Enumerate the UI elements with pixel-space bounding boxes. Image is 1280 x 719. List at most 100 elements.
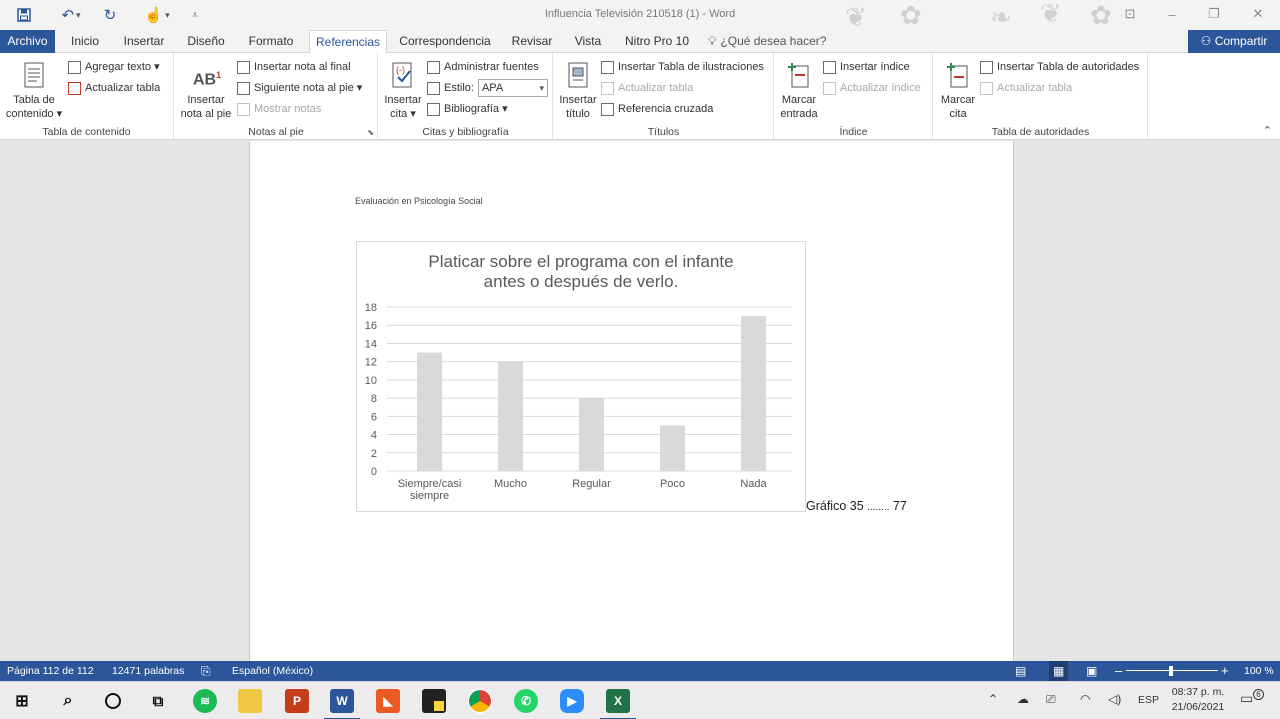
share-button[interactable]: ⚇ Compartir xyxy=(1188,30,1280,53)
whatsapp-icon[interactable]: ✆ xyxy=(514,689,538,713)
zoom-out-icon[interactable]: – xyxy=(1115,661,1122,681)
next-footnote-button[interactable]: Siguiente nota al pie ▾ xyxy=(237,79,362,97)
insert-index-icon xyxy=(823,60,836,74)
bar xyxy=(417,352,442,471)
group-label-authorities: Tabla de autoridades xyxy=(991,126,1090,138)
tab-formato[interactable]: Formato xyxy=(240,30,302,53)
word-icon[interactable]: W xyxy=(324,689,360,719)
show-notes-icon xyxy=(237,102,250,116)
excel-icon[interactable]: X xyxy=(600,689,636,719)
show-notes-button[interactable]: Mostrar notas xyxy=(237,100,321,118)
tab-nitro[interactable]: Nitro Pro 10 xyxy=(618,30,696,53)
file-explorer-icon[interactable] xyxy=(238,689,262,713)
zoom-level[interactable]: 100 % xyxy=(1244,661,1274,681)
group-footnotes: AB1 Insertar nota al pie Insertar nota a… xyxy=(175,53,378,140)
restore-icon[interactable]: ❐ xyxy=(1202,4,1226,24)
style-label: Estilo: xyxy=(444,82,474,94)
tab-inicio[interactable]: Inicio xyxy=(62,30,108,53)
ribbon-display-options-icon[interactable]: ⊡ xyxy=(1118,4,1142,24)
proofing-icon[interactable]: ⎘ xyxy=(201,661,211,681)
caption-dots: ........ xyxy=(867,502,890,513)
y-tick-label: 16 xyxy=(365,320,377,332)
update-index-button[interactable]: Actualizar índice xyxy=(823,79,921,97)
tab-referencias[interactable]: Referencias xyxy=(309,30,387,54)
insert-endnote-button[interactable]: Insertar nota al final xyxy=(237,58,351,76)
close-icon[interactable]: ✕ xyxy=(1246,4,1270,24)
mark-citation-button[interactable]: Marcar cita xyxy=(936,61,980,121)
style-selector[interactable]: Estilo: APA xyxy=(427,79,548,97)
tell-me-search[interactable]: 💡︎ ¿Qué desea hacer? xyxy=(708,30,828,53)
update-toc-button[interactable]: Actualizar tabla xyxy=(68,79,160,97)
group-authorities: Marcar cita Insertar Tabla de autoridade… xyxy=(934,53,1148,140)
tab-vista[interactable]: Vista xyxy=(568,30,608,53)
volume-icon[interactable]: ◁) xyxy=(1108,692,1121,706)
mark-entry-label-1: Marcar xyxy=(781,94,817,106)
zoom-slider-thumb[interactable] xyxy=(1169,666,1173,676)
zoom-in-icon[interactable]: + xyxy=(1221,661,1229,681)
footnote-icon: AB1 xyxy=(193,70,222,89)
nitro-pdf-icon[interactable]: ◣ xyxy=(376,689,400,713)
chrome-icon[interactable] xyxy=(468,689,492,713)
wifi-icon[interactable]: ◠ xyxy=(1080,692,1090,706)
dialog-launcher-icon[interactable]: ⬊ xyxy=(367,128,374,137)
leaf-decoration-icon: ❧ xyxy=(990,2,1012,32)
zoom-app-icon[interactable]: ▶ xyxy=(560,689,584,713)
clock[interactable]: 08:37 p. m. 21/06/2021 xyxy=(1168,685,1228,715)
insert-citation-button[interactable]: (-) Insertar cita ▾ xyxy=(381,61,425,121)
add-text-button[interactable]: Agregar texto ▾ xyxy=(68,58,160,76)
y-tick-label: 6 xyxy=(371,411,377,423)
page-count[interactable]: Página 112 de 112 xyxy=(7,661,94,681)
minimize-icon[interactable]: – xyxy=(1160,4,1184,24)
print-layout-icon[interactable]: ▦ xyxy=(1049,661,1069,681)
leaf-decoration-icon: ❦ xyxy=(1040,0,1062,28)
table-of-contents-button[interactable]: Tabla de contenido ▾ xyxy=(4,61,64,121)
update-table-icon xyxy=(68,81,81,95)
meet-now-icon[interactable]: ⎚ xyxy=(1046,692,1056,707)
mark-citation-label-1: Marcar xyxy=(940,94,976,106)
powerpoint-icon[interactable]: P xyxy=(285,689,309,713)
search-icon[interactable]: ⌕ xyxy=(56,689,80,713)
update-table-icon xyxy=(601,81,614,95)
word-count[interactable]: 12471 palabras xyxy=(112,661,184,681)
group-table-of-contents: Tabla de contenido ▾ Agregar texto ▾ Act… xyxy=(0,53,174,140)
tab-insertar[interactable]: Insertar xyxy=(116,30,172,53)
onedrive-icon[interactable]: ☁ xyxy=(1017,692,1029,706)
insert-index-button[interactable]: Insertar índice xyxy=(823,58,910,76)
tab-diseno[interactable]: Diseño xyxy=(180,30,232,53)
cortana-icon[interactable] xyxy=(101,689,125,713)
show-hidden-icons-icon[interactable]: ⌃ xyxy=(988,692,998,706)
web-layout-icon[interactable]: ▣ xyxy=(1086,661,1097,681)
sticky-notes-icon[interactable] xyxy=(422,689,446,713)
tab-archivo[interactable]: Archivo xyxy=(0,30,55,53)
read-mode-icon[interactable]: ▤ xyxy=(1015,661,1026,681)
insert-caption-button[interactable]: Insertar título xyxy=(556,61,600,121)
update-authorities-button[interactable]: Actualizar tabla xyxy=(980,79,1072,97)
group-citations: (-) Insertar cita ▾ Administrar fuentes … xyxy=(379,53,553,140)
collapse-ribbon-icon[interactable]: ⌃ xyxy=(1263,124,1272,137)
task-view-icon[interactable]: ⧉ xyxy=(146,689,170,713)
cross-reference-icon xyxy=(601,102,614,116)
notifications-icon[interactable]: ▭ 6 xyxy=(1240,689,1264,707)
insert-footnote-button[interactable]: AB1 Insertar nota al pie xyxy=(177,61,235,121)
insert-caption-label-2: título xyxy=(566,108,590,120)
mark-entry-button[interactable]: Marcar entrada xyxy=(777,61,821,121)
x-tick-label: Mucho xyxy=(494,478,527,490)
tab-revisar[interactable]: Revisar xyxy=(505,30,559,53)
insert-caption-icon xyxy=(568,62,588,88)
update-figures-table-button[interactable]: Actualizar tabla xyxy=(601,79,693,97)
page-header: Evaluación en Psicología Social xyxy=(355,196,483,206)
bibliography-button[interactable]: Bibliografía ▾ xyxy=(427,100,508,118)
tab-correspondencia[interactable]: Correspondencia xyxy=(395,30,495,53)
cross-reference-button[interactable]: Referencia cruzada xyxy=(601,100,713,118)
style-icon xyxy=(427,81,440,95)
document-page[interactable]: Evaluación en Psicología Social Platicar… xyxy=(249,141,1014,661)
spotify-icon[interactable]: ≋ xyxy=(193,689,217,713)
input-language[interactable]: ESP xyxy=(1138,694,1159,706)
chart[interactable]: Platicar sobre el programa con el infant… xyxy=(356,241,806,512)
language-indicator[interactable]: Español (México) xyxy=(232,661,313,681)
windows-start-icon[interactable]: ⊞ xyxy=(10,689,34,713)
insert-authorities-button[interactable]: Insertar Tabla de autoridades xyxy=(980,58,1139,76)
manage-sources-button[interactable]: Administrar fuentes xyxy=(427,58,539,76)
insert-table-of-figures-button[interactable]: Insertar Tabla de ilustraciones xyxy=(601,58,764,76)
style-dropdown[interactable]: APA xyxy=(477,79,548,97)
